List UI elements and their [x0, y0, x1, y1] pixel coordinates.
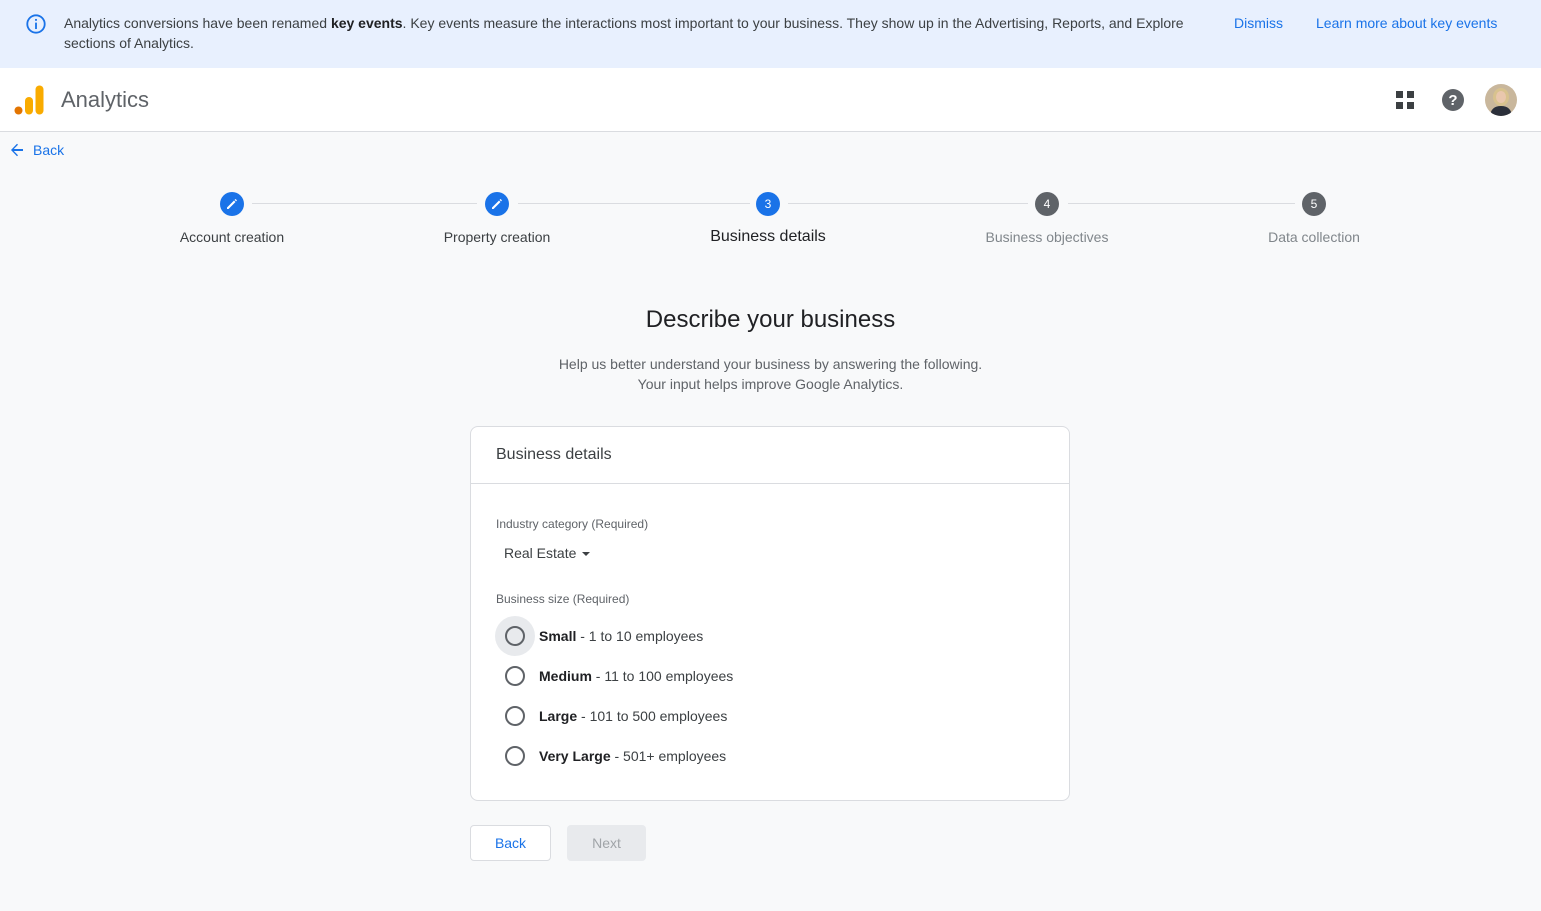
radio-label: Very Large - 501+ employees: [539, 748, 726, 764]
radio-label: Small - 1 to 10 employees: [539, 628, 703, 644]
step-number: 3: [756, 192, 780, 216]
subtitle-line: Your input helps improve Google Analytic…: [637, 376, 904, 392]
back-button[interactable]: Back: [470, 825, 551, 861]
dismiss-button[interactable]: Dismiss: [1234, 15, 1283, 31]
user-avatar[interactable]: [1485, 84, 1517, 116]
banner-message-text: Analytics conversions have been renamed: [64, 15, 331, 31]
apps-grid-icon[interactable]: [1389, 84, 1421, 116]
step-business-details: 3 Business details: [668, 190, 868, 246]
size-option-large[interactable]: Large - 101 to 500 employees: [495, 696, 727, 736]
page-subtitle: Help us better understand your business …: [0, 354, 1541, 394]
step-label: Account creation: [179, 229, 285, 245]
svg-text:?: ?: [1448, 92, 1457, 109]
radio-label-detail: - 1 to 10 employees: [576, 628, 704, 644]
back-link[interactable]: Back: [9, 140, 64, 160]
progress-stepper: Account creation Property creation 3 Bus…: [0, 190, 1541, 260]
radio-label-detail: - 101 to 500 employees: [577, 708, 728, 724]
banner-message-bold: key events: [330, 15, 403, 31]
step-data-collection: 5 Data collection: [1214, 190, 1414, 245]
banner-message: Analytics conversions have been renamed …: [64, 13, 1214, 53]
industry-category-value: Real Estate: [504, 545, 577, 561]
learn-more-link[interactable]: Learn more about key events: [1316, 15, 1497, 31]
radio-label-detail: - 501+ employees: [610, 748, 727, 764]
analytics-logo: [14, 85, 44, 115]
business-size-label: Business size (Required): [496, 592, 630, 606]
announcement-banner: Analytics conversions have been renamed …: [0, 0, 1541, 68]
edit-pencil-icon: [485, 192, 509, 216]
step-label: Data collection: [1268, 229, 1360, 245]
radio-button[interactable]: [495, 736, 535, 776]
step-label: Property creation: [443, 229, 551, 245]
industry-category-select[interactable]: Real Estate: [504, 545, 591, 561]
step-business-objectives: 4 Business objectives: [947, 190, 1147, 245]
industry-category-label: Industry category (Required): [496, 517, 649, 531]
dropdown-caret-icon: [582, 552, 591, 556]
radio-label: Large - 101 to 500 employees: [539, 708, 727, 724]
step-account-creation[interactable]: Account creation: [132, 190, 332, 245]
step-number: 5: [1302, 192, 1326, 216]
back-link-label: Back: [33, 142, 65, 158]
help-icon[interactable]: ?: [1437, 84, 1469, 116]
radio-button[interactable]: [495, 616, 535, 656]
radio-label-name: Small: [539, 628, 577, 644]
step-property-creation[interactable]: Property creation: [397, 190, 597, 245]
radio-label-detail: - 11 to 100 employees: [591, 668, 734, 684]
size-option-small[interactable]: Small - 1 to 10 employees: [495, 616, 703, 656]
card-title: Business details: [471, 427, 1069, 484]
app-title: Analytics: [61, 87, 150, 112]
app-header: Analytics ?: [0, 68, 1541, 132]
info-icon: [26, 14, 46, 34]
radio-label-name: Large: [539, 708, 578, 724]
size-option-very-large[interactable]: Very Large - 501+ employees: [495, 736, 726, 776]
step-label: Business details: [710, 228, 826, 245]
subtitle-line: Help us better understand your business …: [558, 356, 983, 372]
edit-pencil-icon: [220, 192, 244, 216]
size-option-medium[interactable]: Medium - 11 to 100 employees: [495, 656, 733, 696]
avatar-image: [1485, 84, 1517, 116]
arrow-left-icon: [11, 143, 23, 157]
next-button[interactable]: Next: [567, 825, 646, 861]
radio-label-name: Very Large: [539, 748, 611, 764]
step-label: Business objectives: [985, 229, 1109, 245]
radio-circle-icon: [505, 706, 525, 726]
radio-circle-icon: [505, 626, 525, 646]
radio-button[interactable]: [495, 656, 535, 696]
radio-label: Medium - 11 to 100 employees: [539, 668, 733, 684]
step-number: 4: [1035, 192, 1059, 216]
radio-circle-icon: [505, 666, 525, 686]
radio-button[interactable]: [495, 696, 535, 736]
radio-label-name: Medium: [539, 668, 592, 684]
business-details-card: Business details Industry category (Requ…: [470, 426, 1070, 801]
page-title: Describe your business: [645, 306, 896, 333]
radio-circle-icon: [505, 746, 525, 766]
